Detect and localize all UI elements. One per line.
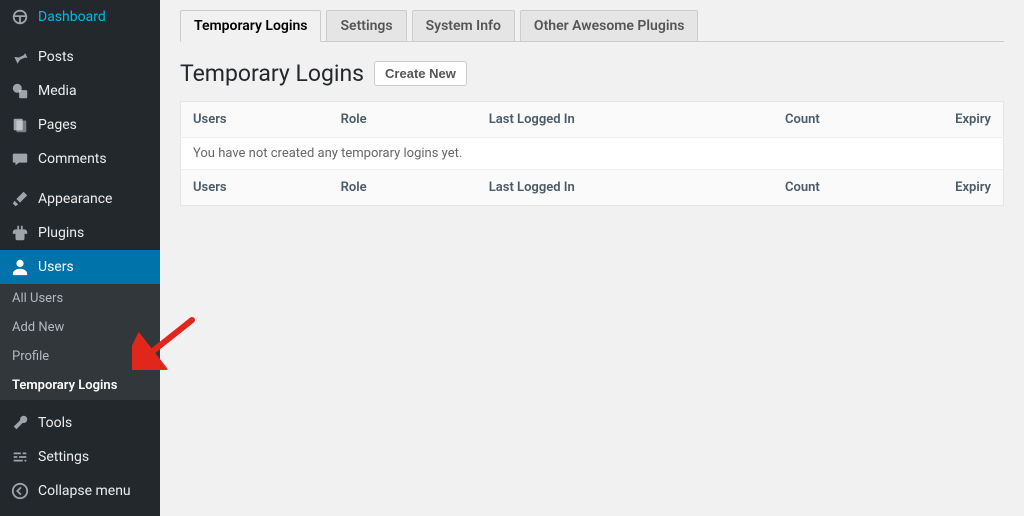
sidebar-label: Posts	[38, 49, 74, 65]
sidebar-label: Comments	[38, 151, 107, 167]
sidebar-item-media[interactable]: Media	[0, 74, 160, 108]
table-empty-row: You have not created any temporary login…	[181, 138, 1004, 170]
sidebar-item-pages[interactable]: Pages	[0, 108, 160, 142]
col-users[interactable]: Users	[181, 102, 329, 138]
sidebar-item-comments[interactable]: Comments	[0, 142, 160, 176]
user-icon	[10, 257, 30, 277]
admin-sidebar: Dashboard Posts Media Pages Comments App…	[0, 0, 160, 516]
col-role[interactable]: Role	[329, 102, 477, 138]
tab-bar: Temporary Logins Settings System Info Ot…	[180, 0, 1004, 42]
sidebar-label: Appearance	[38, 191, 112, 207]
wrench-icon	[10, 413, 30, 433]
sidebar-item-collapse[interactable]: Collapse menu	[0, 474, 160, 508]
pages-icon	[10, 115, 30, 135]
sidebar-label: Dashboard	[38, 9, 106, 25]
plugin-icon	[10, 223, 30, 243]
sidebar-label: Settings	[38, 449, 89, 465]
sidebar-item-settings[interactable]: Settings	[0, 440, 160, 474]
sidebar-item-plugins[interactable]: Plugins	[0, 216, 160, 250]
sidebar-label: Pages	[38, 117, 77, 133]
tab-other-plugins[interactable]: Other Awesome Plugins	[520, 10, 699, 41]
col-count[interactable]: Count	[773, 170, 888, 206]
submenu-add-new[interactable]: Add New	[0, 313, 160, 342]
sidebar-label: Plugins	[38, 225, 84, 241]
tab-settings[interactable]: Settings	[326, 10, 406, 41]
col-expiry[interactable]: Expiry	[888, 102, 1003, 138]
sidebar-label: Tools	[38, 415, 72, 431]
tab-temporary-logins[interactable]: Temporary Logins	[180, 10, 321, 42]
submenu-label: Profile	[12, 349, 49, 364]
collapse-icon	[10, 481, 30, 501]
table-header-row: Users Role Last Logged In Count Expiry	[181, 102, 1004, 138]
comment-icon	[10, 149, 30, 169]
dashboard-icon	[10, 7, 30, 27]
sidebar-item-dashboard[interactable]: Dashboard	[0, 0, 160, 34]
tab-system-info[interactable]: System Info	[412, 10, 515, 41]
create-new-button[interactable]: Create New	[374, 61, 467, 86]
table-footer-row: Users Role Last Logged In Count Expiry	[181, 170, 1004, 206]
col-count[interactable]: Count	[773, 102, 888, 138]
empty-message: You have not created any temporary login…	[181, 138, 1004, 170]
content-area: Temporary Logins Settings System Info Ot…	[160, 0, 1024, 226]
sidebar-item-appearance[interactable]: Appearance	[0, 182, 160, 216]
sidebar-label: Collapse menu	[38, 483, 131, 499]
sidebar-item-posts[interactable]: Posts	[0, 40, 160, 74]
brush-icon	[10, 189, 30, 209]
sliders-icon	[10, 447, 30, 467]
submenu-label: Temporary Logins	[12, 378, 117, 393]
tab-label: System Info	[426, 18, 501, 34]
media-icon	[10, 81, 30, 101]
submenu-profile[interactable]: Profile	[0, 342, 160, 371]
sidebar-label: Media	[38, 83, 77, 99]
col-last-login[interactable]: Last Logged In	[477, 102, 773, 138]
submenu-label: Add New	[12, 320, 64, 335]
tab-label: Temporary Logins	[194, 18, 307, 34]
pin-icon	[10, 47, 30, 67]
col-users[interactable]: Users	[181, 170, 329, 206]
sidebar-item-tools[interactable]: Tools	[0, 406, 160, 440]
col-last-login[interactable]: Last Logged In	[477, 170, 773, 206]
tab-label: Settings	[340, 18, 392, 34]
col-role[interactable]: Role	[329, 170, 477, 206]
page-title: Temporary Logins	[180, 60, 364, 87]
tab-label: Other Awesome Plugins	[534, 18, 685, 34]
submenu-label: All Users	[12, 291, 63, 306]
submenu-temporary-logins[interactable]: Temporary Logins	[0, 371, 160, 400]
temporary-logins-table: Users Role Last Logged In Count Expiry Y…	[180, 101, 1004, 206]
sidebar-label: Users	[38, 259, 74, 275]
col-expiry[interactable]: Expiry	[888, 170, 1003, 206]
sidebar-item-users[interactable]: Users	[0, 250, 160, 284]
submenu-all-users[interactable]: All Users	[0, 284, 160, 313]
